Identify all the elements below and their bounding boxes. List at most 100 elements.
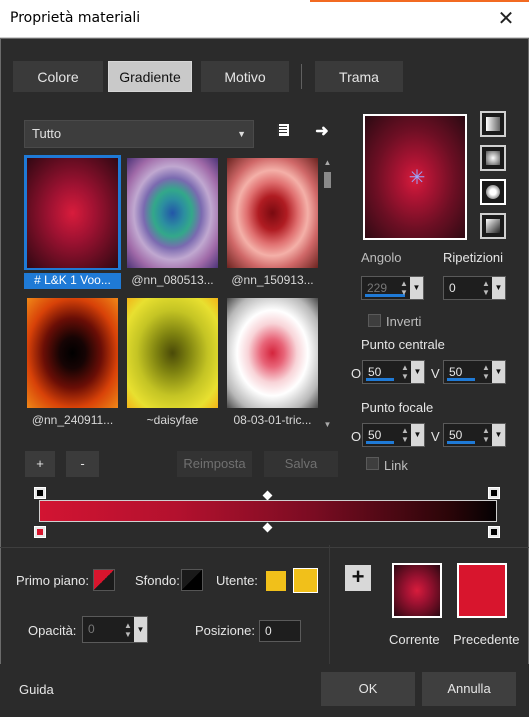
position-value: 0 — [265, 624, 272, 638]
foreground-swatch[interactable] — [93, 569, 115, 591]
chevron-down-icon[interactable]: ▼ — [492, 424, 505, 446]
focal-v-spinner[interactable]: 50 ▲ ▼ ▼ — [443, 423, 506, 447]
cancel-button[interactable]: Annulla — [422, 672, 516, 706]
category-value: Tutto — [32, 126, 62, 141]
link-checkbox[interactable] — [366, 457, 379, 470]
invert-label: Inverti — [386, 314, 422, 329]
previous-swatch[interactable] — [457, 563, 507, 618]
rectangular-gradient-icon — [486, 151, 500, 165]
close-icon[interactable]: ✕ — [493, 6, 519, 32]
invert-checkbox[interactable] — [368, 314, 381, 327]
gradient-thumb[interactable]: @nn_080513... — [124, 155, 221, 287]
stop-swatch — [37, 490, 43, 496]
updown-icon[interactable]: ▲ ▼ — [122, 621, 134, 639]
scroll-down-icon[interactable]: ▼ — [321, 420, 334, 432]
opacity-spinner[interactable]: 0 ▲ ▼ ▼ — [82, 616, 148, 643]
gradient-library-grid: # L&K 1 Voo... @nn_080513... @nn_150913.… — [24, 155, 330, 435]
gradient-thumb[interactable]: # L&K 1 Voo... — [24, 155, 121, 289]
chevron-down-icon[interactable]: ▼ — [411, 361, 424, 383]
title-bar: Proprietà materiali ✕ — [0, 0, 529, 38]
stop-swatch — [37, 529, 43, 535]
angle-spinner[interactable]: 229 ▲ ▼ ▼ — [361, 276, 424, 300]
position-label: Posizione: — [195, 623, 255, 638]
linear-gradient-icon — [486, 117, 500, 131]
save-button[interactable]: Salva — [264, 451, 338, 477]
center-o-label: O — [351, 366, 362, 381]
tab-trama[interactable]: Trama — [315, 61, 403, 92]
user-swatch-large[interactable] — [293, 568, 318, 593]
chevron-down-icon[interactable]: ▼ — [411, 424, 424, 446]
library-scrollbar[interactable]: ▲ ▼ — [321, 158, 334, 432]
color-stop-start[interactable] — [34, 526, 46, 538]
sunburst-gradient-icon — [486, 219, 500, 233]
updown-icon[interactable]: ▲ ▼ — [480, 363, 492, 381]
background-swatch[interactable] — [181, 569, 203, 591]
tab-gradiente[interactable]: Gradiente — [108, 61, 192, 92]
center-v-spinner[interactable]: 50 ▲ ▼ ▼ — [443, 360, 506, 384]
position-field[interactable]: 0 — [259, 620, 301, 642]
gradient-preview[interactable]: ✳ — [363, 114, 467, 240]
chevron-down-icon[interactable]: ▼ — [410, 277, 423, 299]
window-title: Proprietà materiali — [10, 10, 141, 26]
rectangular-style-button[interactable] — [480, 145, 506, 171]
updown-icon[interactable]: ▲ ▼ — [480, 426, 492, 444]
section-divider — [0, 547, 529, 548]
tab-separator — [301, 64, 302, 89]
focal-v-label: V — [431, 429, 440, 444]
add-swatch-button[interactable]: + — [345, 565, 371, 591]
reset-button[interactable]: Reimposta — [177, 451, 252, 477]
focal-o-bar — [366, 441, 394, 444]
gradient-thumb[interactable]: 08-03-01-tric... — [224, 295, 321, 427]
updown-icon[interactable]: ▲ ▼ — [398, 279, 410, 297]
add-gradient-button[interactable]: + — [25, 451, 55, 477]
gradient-thumb[interactable]: @nn_240911... — [24, 295, 121, 427]
gradient-caption: 08-03-01-tric... — [233, 413, 312, 427]
transparency-stop-end[interactable] — [488, 487, 500, 499]
center-o-value: 50 — [368, 365, 382, 379]
radial-style-button[interactable] — [480, 179, 506, 205]
center-o-spinner[interactable]: 50 ▲ ▼ ▼ — [362, 360, 425, 384]
chevron-down-icon[interactable]: ▼ — [492, 277, 505, 299]
repeat-spinner[interactable]: 0 ▲ ▼ ▼ — [443, 276, 506, 300]
gradient-thumb[interactable]: ~daisyfae — [124, 295, 221, 427]
gradient-thumb[interactable]: @nn_150913... — [224, 155, 321, 287]
vertical-divider — [329, 545, 330, 665]
focal-v-value: 50 — [449, 428, 463, 442]
scroll-thumb[interactable] — [324, 172, 331, 188]
user-swatch[interactable] — [265, 570, 287, 592]
gradient-editor-bar[interactable] — [39, 500, 497, 522]
opacity-label: Opacità: — [28, 623, 77, 638]
focal-o-label: O — [351, 429, 362, 444]
help-link[interactable]: Guida — [19, 682, 54, 697]
current-label: Corrente — [389, 632, 440, 647]
updown-icon[interactable]: ▲ ▼ — [480, 279, 492, 297]
gradient-preview-image — [227, 298, 318, 408]
updown-icon[interactable]: ▲ ▼ — [399, 426, 411, 444]
open-library-icon[interactable] — [272, 122, 294, 144]
remove-gradient-button[interactable]: - — [66, 451, 99, 477]
stop-swatch — [491, 529, 497, 535]
angle-label: Angolo — [361, 250, 402, 265]
scroll-up-icon[interactable]: ▲ — [321, 158, 334, 170]
center-v-label: V — [431, 366, 440, 381]
color-stop-end[interactable] — [488, 526, 500, 538]
linear-style-button[interactable] — [480, 111, 506, 137]
chevron-down-icon[interactable]: ▼ — [492, 361, 505, 383]
sunburst-style-button[interactable] — [480, 213, 506, 239]
tab-colore[interactable]: Colore — [13, 61, 103, 92]
focal-o-spinner[interactable]: 50 ▲ ▼ ▼ — [362, 423, 425, 447]
arrow-right-icon[interactable]: ➜ — [311, 121, 333, 143]
gradient-preview-image — [227, 158, 318, 268]
user-label: Utente: — [216, 573, 258, 588]
tab-motivo[interactable]: Motivo — [201, 61, 289, 92]
ok-button[interactable]: OK — [321, 672, 415, 706]
chevron-down-icon[interactable]: ▼ — [134, 617, 147, 642]
link-label: Link — [384, 458, 408, 473]
current-swatch[interactable] — [392, 563, 442, 618]
center-point-icon: ✳ — [408, 167, 426, 189]
updown-icon[interactable]: ▲ ▼ — [399, 363, 411, 381]
angle-value: 229 — [367, 281, 388, 295]
chevron-down-icon: ▼ — [237, 129, 246, 139]
category-dropdown[interactable]: Tutto ▼ — [24, 120, 254, 148]
transparency-stop-start[interactable] — [34, 487, 46, 499]
